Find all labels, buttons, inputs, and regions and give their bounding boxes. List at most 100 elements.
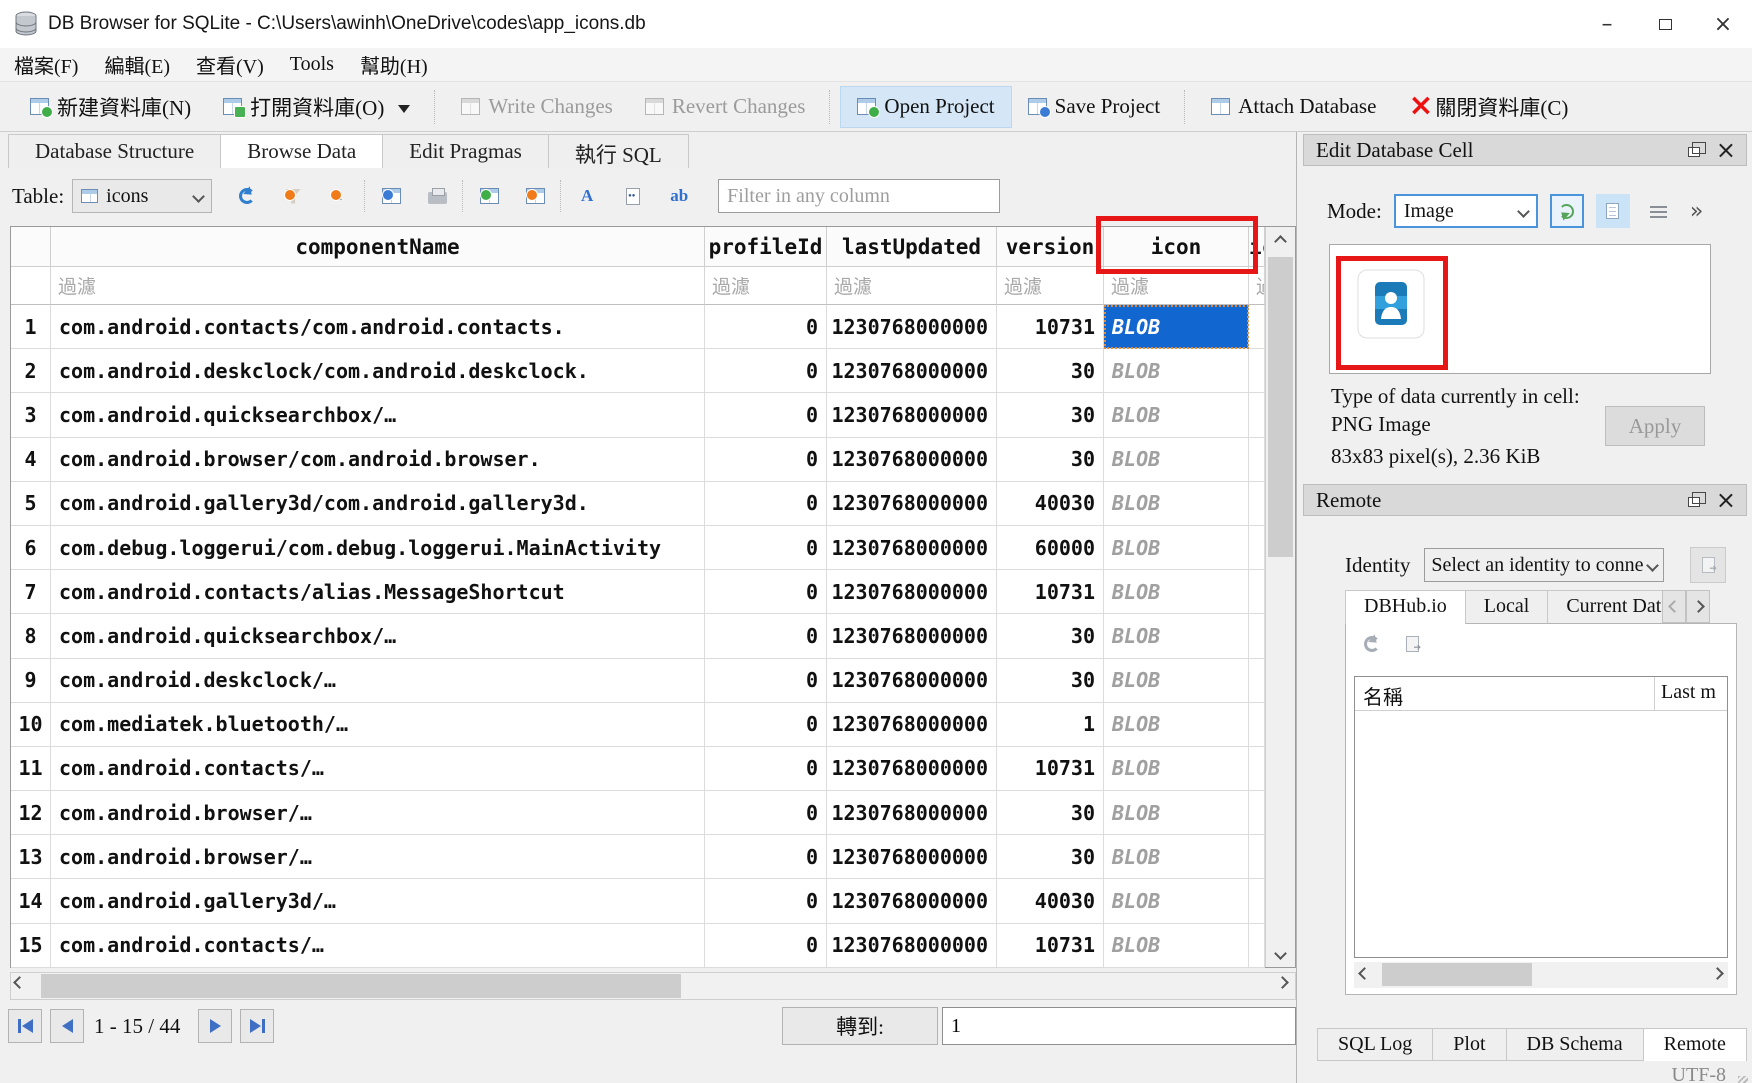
scroll-left-icon[interactable] [13,976,26,989]
filter-input-version[interactable]: 過濾 [997,267,1104,305]
cell-lastUpdated[interactable]: 1230768000000 [827,659,997,703]
cell-lastUpdated[interactable]: 1230768000000 [827,305,997,349]
cell-version[interactable]: 30 [997,659,1104,703]
vertical-scrollbar-thumb[interactable] [1268,257,1293,557]
vertical-scrollbar[interactable] [1265,227,1295,967]
document-tab[interactable]: Edit Pragmas [382,134,549,168]
scroll-right-icon[interactable] [1276,976,1289,989]
toolbar-button[interactable]: Open Project [840,86,1011,128]
cell-profileId[interactable]: 0 [705,570,827,614]
document-tab[interactable]: 執行 SQL [548,134,689,168]
menu-item[interactable]: Tools [278,51,346,78]
cell-version[interactable]: 1 [997,703,1104,747]
row-number[interactable]: 11 [11,747,51,791]
toolbar-button[interactable]: Attach Database [1195,86,1392,128]
remote-column-last-modified[interactable]: Last m [1655,677,1727,710]
cell-lastUpdated[interactable]: 1230768000000 [827,879,997,923]
cell-profileId[interactable]: 0 [705,438,827,482]
document-tab[interactable]: Browse Data [220,134,383,168]
float-dock-icon[interactable] [1688,497,1700,507]
cell-profileId[interactable]: 0 [705,924,827,968]
row-number[interactable]: 8 [11,614,51,658]
toolbar-button[interactable] [829,90,832,124]
cell-icon-blob[interactable]: BLOB [1104,349,1249,393]
horizontal-scrollbar[interactable] [10,972,1296,1000]
cell-lastUpdated[interactable]: 1230768000000 [827,393,997,437]
row-number[interactable]: 10 [11,703,51,747]
resize-grip[interactable] [1738,1076,1748,1083]
import-data-button[interactable] [1550,194,1584,228]
grid-toolbar-button[interactable] [272,176,314,216]
cell-icon-blob[interactable]: BLOB [1104,305,1249,349]
cell-componentName[interactable]: com.android.contacts/alias.MessageShortc… [51,570,705,614]
row-number[interactable]: 7 [11,570,51,614]
cell-icon-blob[interactable]: BLOB [1104,438,1249,482]
cell-icon-blob[interactable]: BLOB [1104,703,1249,747]
cell-lastUpdated[interactable]: 1230768000000 [827,703,997,747]
cell-icon-blob[interactable]: BLOB [1104,747,1249,791]
clone-database-icon[interactable] [1406,636,1419,652]
cell-profileId[interactable]: 0 [705,791,827,835]
word-wrap-button[interactable] [1642,194,1676,228]
horizontal-scrollbar-thumb[interactable] [41,974,681,998]
cell-version[interactable]: 10731 [997,570,1104,614]
filter-any-column-input[interactable] [718,179,1000,213]
cell-icon-blob[interactable]: BLOB [1104,393,1249,437]
cell-profileId[interactable]: 0 [705,482,827,526]
remote-column-name[interactable]: 名稱 [1355,677,1655,710]
cell-version[interactable]: 10731 [997,305,1104,349]
grid-toolbar-button[interactable] [226,176,268,216]
grid-toolbar-button[interactable] [416,176,458,216]
cell-icon-blob[interactable]: BLOB [1104,835,1249,879]
grid-toolbar-button[interactable] [468,176,510,216]
cell-profileId[interactable]: 0 [705,659,827,703]
cell-lastUpdated[interactable]: 1230768000000 [827,349,997,393]
cell-version[interactable]: 30 [997,791,1104,835]
identity-settings-button[interactable] [1690,547,1726,583]
cell-lastUpdated[interactable]: 1230768000000 [827,791,997,835]
cell-version[interactable]: 40030 [997,482,1104,526]
remote-tab[interactable]: Current Dat [1547,590,1663,624]
grid-toolbar-button[interactable] [612,176,654,216]
menu-item[interactable]: 編輯(E) [92,48,182,81]
dock-tab[interactable]: Plot [1432,1028,1506,1061]
remote-refresh-icon[interactable] [1364,636,1380,652]
cell-profileId[interactable]: 0 [705,747,827,791]
column-header-profileId[interactable]: profileId [705,227,827,267]
filter-input-profileId[interactable]: 過濾 [705,267,827,305]
encoding-status[interactable]: UTF-8 [1672,1064,1726,1083]
scroll-down-icon[interactable] [1266,939,1295,967]
close-dock-icon[interactable]: × [1716,140,1736,160]
cell-componentName[interactable]: com.debug.loggerui/com.debug.loggerui.Ma… [51,526,705,570]
grid-toolbar-button[interactable]: ab [658,176,700,216]
cell-version[interactable]: 60000 [997,526,1104,570]
cell-componentName[interactable]: com.android.deskclock/com.android.deskcl… [51,349,705,393]
cell-profileId[interactable]: 0 [705,393,827,437]
row-number[interactable]: 15 [11,924,51,968]
cell-componentName[interactable]: com.android.quicksearchbox/… [51,614,705,658]
cell-icon-blob[interactable]: BLOB [1104,526,1249,570]
identity-selector[interactable]: Select an identity to conne [1424,548,1664,582]
cell-icon-blob[interactable]: BLOB [1104,879,1249,923]
next-record-button[interactable] [198,1009,232,1043]
cell-icon-blob[interactable]: BLOB [1104,924,1249,968]
cell-profileId[interactable]: 0 [705,703,827,747]
first-record-button[interactable] [8,1009,42,1043]
toolbar-button[interactable] [434,90,437,124]
previous-record-button[interactable] [50,1009,84,1043]
menu-item[interactable]: 查看(V) [184,48,276,81]
document-tab[interactable]: Database Structure [8,134,221,168]
cell-componentName[interactable]: com.mediatek.bluetooth/… [51,703,705,747]
cell-componentName[interactable]: com.android.deskclock/… [51,659,705,703]
mode-selector[interactable]: Image [1394,194,1538,228]
cell-lastUpdated[interactable]: 1230768000000 [827,835,997,879]
cell-componentName[interactable]: com.android.browser/… [51,791,705,835]
cell-lastUpdated[interactable]: 1230768000000 [827,614,997,658]
cell-lastUpdated[interactable]: 1230768000000 [827,526,997,570]
remote-tab[interactable]: Local [1465,590,1549,624]
apply-button[interactable]: Apply [1605,406,1705,446]
cell-componentName[interactable]: com.android.gallery3d/… [51,879,705,923]
cell-version[interactable]: 30 [997,349,1104,393]
close-dock-icon[interactable]: × [1716,490,1736,510]
toolbar-overflow-icon[interactable]: » [1690,199,1703,224]
